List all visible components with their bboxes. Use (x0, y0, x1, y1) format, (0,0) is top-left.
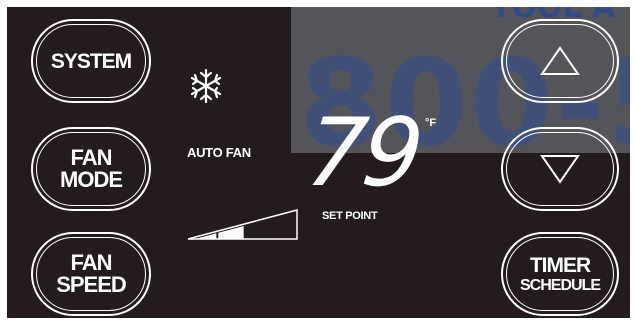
system-button-label: SYSTEM (50, 49, 132, 73)
fan-mode-status: AUTO FAN (187, 145, 251, 160)
down-arrow-icon (540, 155, 580, 184)
timer-label-line1: TIMER (529, 253, 591, 277)
snowflake-icon (190, 68, 222, 104)
fan-mode-button[interactable]: FAN MODE (31, 127, 151, 211)
fan-mode-label-line2: MODE (60, 167, 123, 192)
thermostat-panel: TOOL A 800-5 SYSTEM FAN MODE FAN SPEED T… (7, 7, 630, 318)
temp-up-button[interactable] (501, 19, 619, 103)
fan-speed-button[interactable]: FAN SPEED (31, 232, 151, 316)
fan-speed-label-line2: SPEED (56, 272, 127, 297)
timer-schedule-button[interactable]: TIMER SCHEDULE (501, 232, 619, 316)
fan-speed-label-line1: FAN (70, 250, 113, 275)
setpoint-label: SET POINT (322, 210, 378, 222)
setpoint-unit: °F (425, 117, 437, 129)
setpoint-value: 79 (301, 99, 425, 208)
fan-speed-indicator (187, 209, 298, 240)
up-arrow-icon (540, 46, 580, 75)
fan-mode-label-line1: FAN (70, 145, 113, 170)
temp-down-button[interactable] (501, 127, 619, 211)
timer-label-line2: SCHEDULE (519, 276, 601, 294)
system-button[interactable]: SYSTEM (31, 19, 151, 103)
